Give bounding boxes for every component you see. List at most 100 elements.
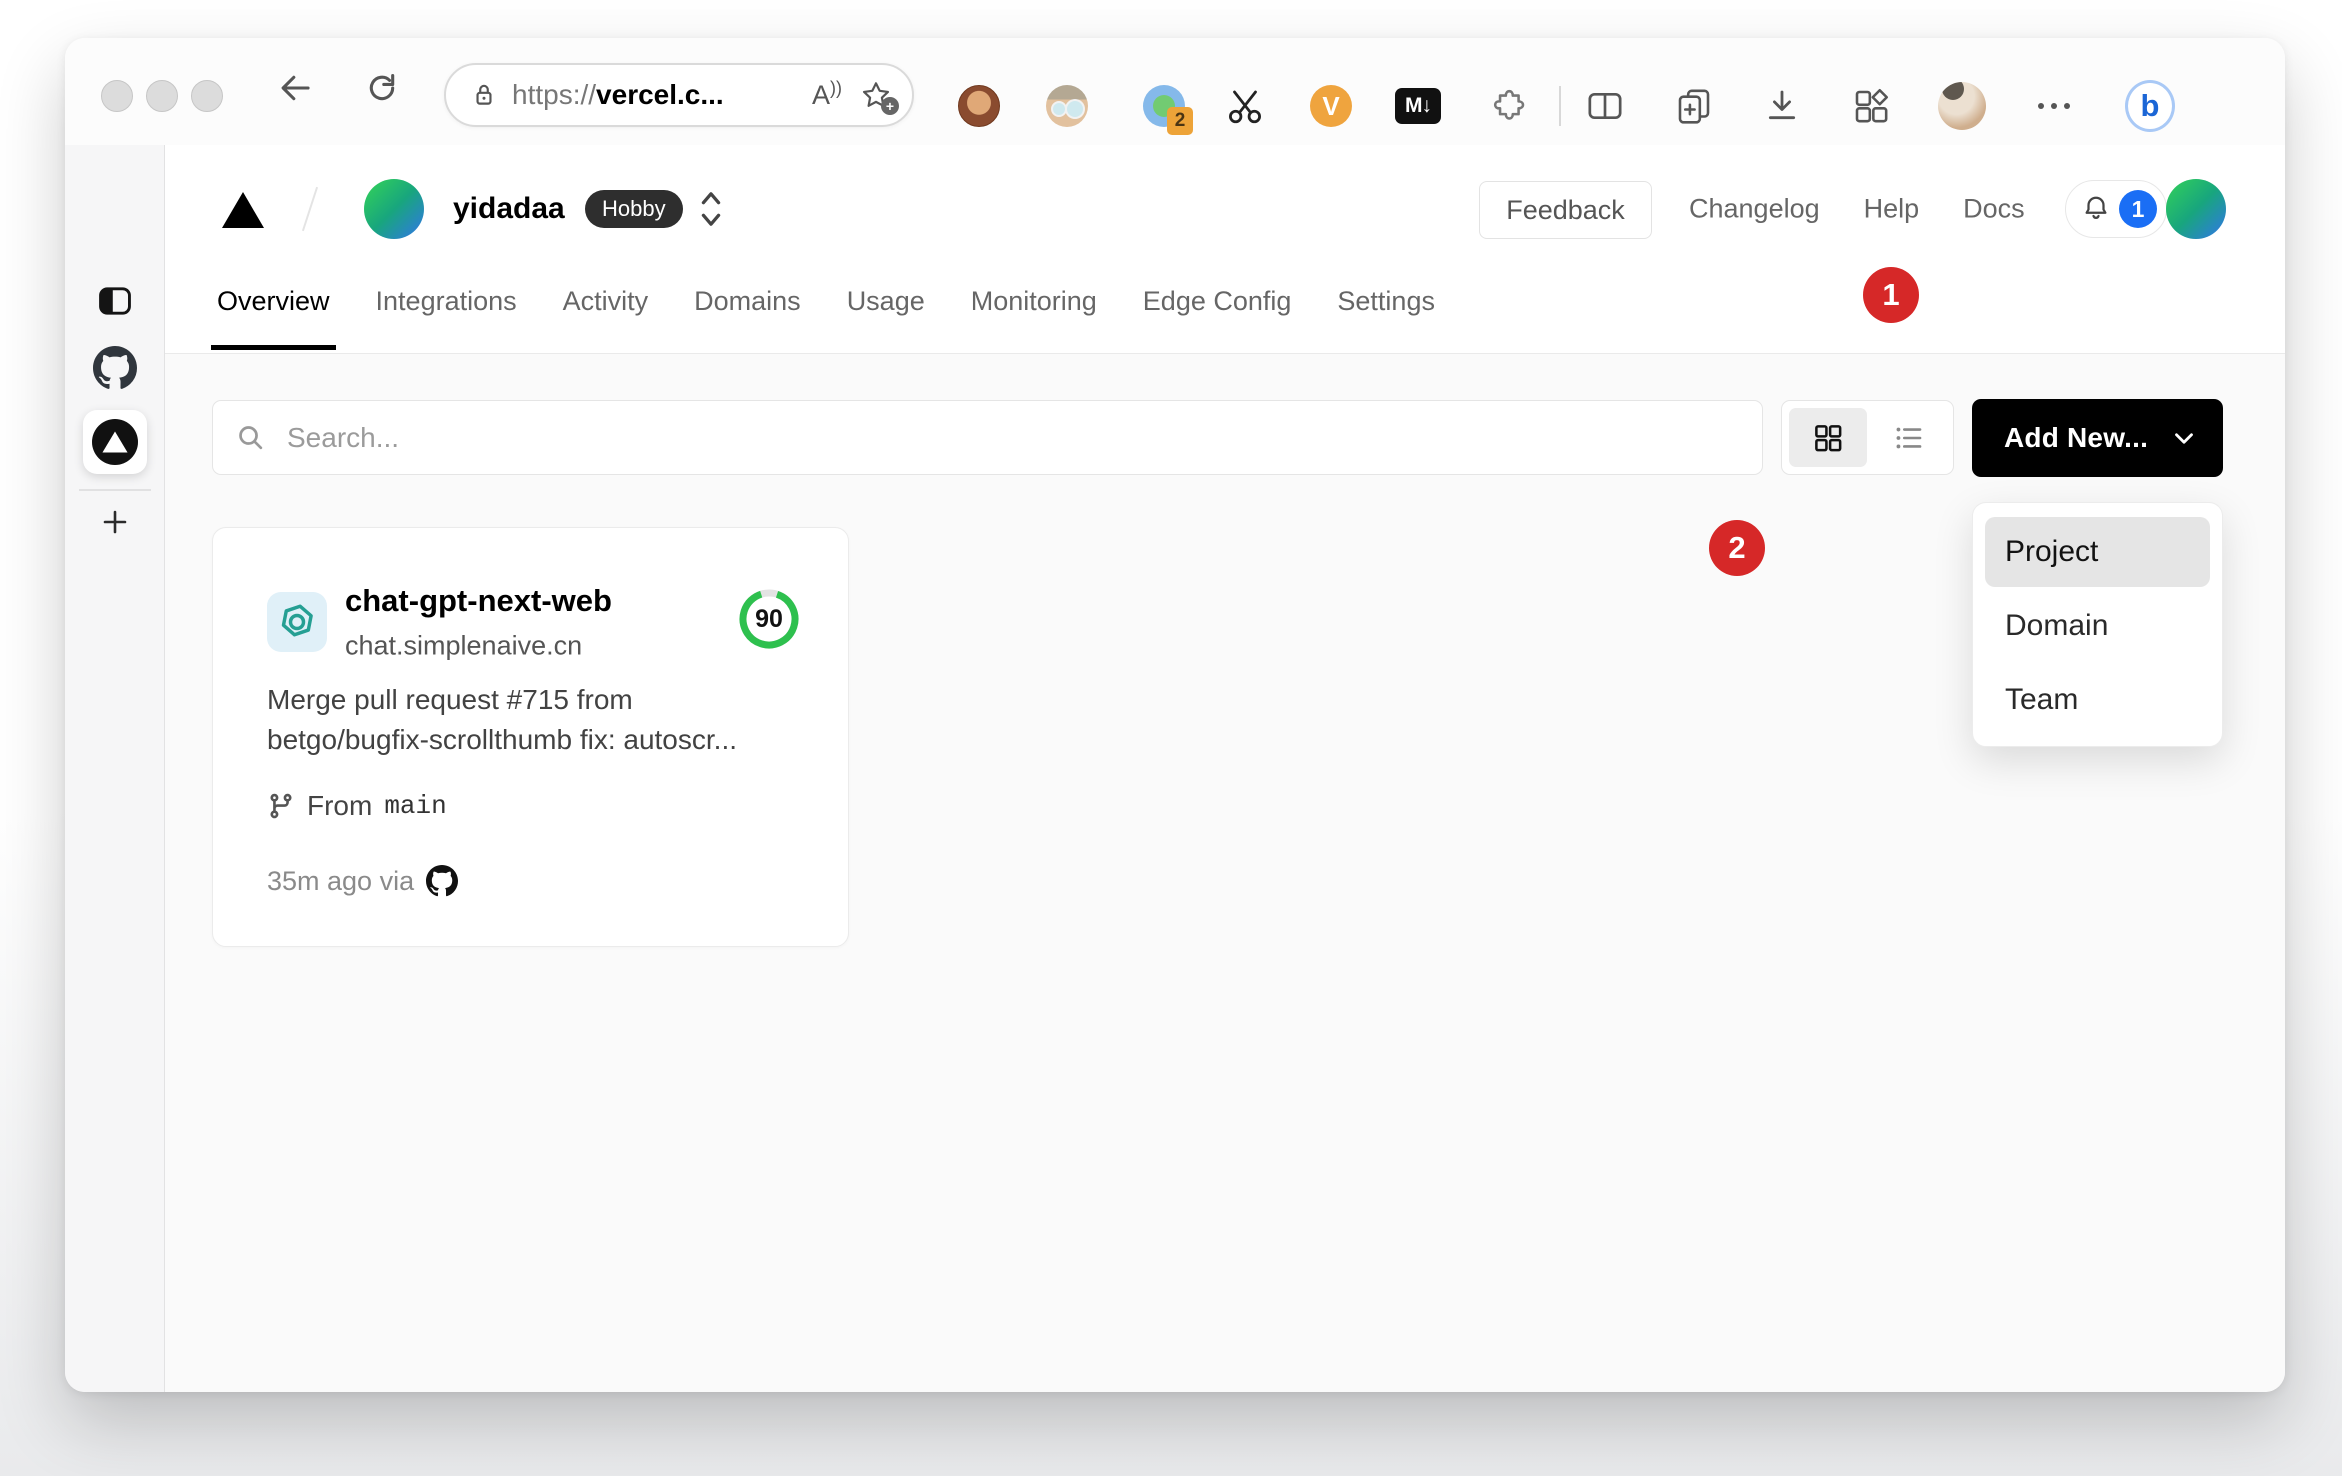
extension-markdown[interactable]: M↓ — [1393, 81, 1443, 131]
extension-vimium[interactable]: V — [1306, 81, 1356, 131]
menu-item-team[interactable]: Team — [1985, 665, 2210, 735]
dashboard-header: yidadaa Hobby Feedback Changelog Help Do… — [165, 145, 2285, 354]
github-icon — [93, 346, 137, 389]
git-branch-icon — [270, 793, 292, 819]
bell-icon — [2085, 196, 2107, 219]
zoom-window-button[interactable] — [191, 80, 223, 112]
blue-green-icon: 2 — [1143, 85, 1193, 135]
extension-with-badge[interactable]: 2 — [1139, 81, 1193, 135]
tab-github[interactable] — [93, 346, 137, 390]
ellipsis-icon — [2038, 103, 2070, 109]
tab-activity[interactable]: Activity — [563, 283, 649, 319]
extension-scissors[interactable] — [1220, 81, 1270, 131]
vercel-logo-icon[interactable] — [222, 192, 264, 228]
add-new-button[interactable]: Add New... — [1972, 399, 2223, 477]
link-docs[interactable]: Docs — [1963, 194, 2025, 225]
project-domain[interactable]: chat.simplenaive.cn — [345, 631, 582, 662]
branch-row: From main — [267, 790, 447, 822]
header-links: Changelog Help Docs — [1689, 194, 2025, 225]
plus-icon — [103, 510, 127, 534]
vercel-dashboard: yidadaa Hobby Feedback Changelog Help Do… — [165, 145, 2285, 1392]
project-favicon — [267, 592, 327, 652]
apps-grid-icon — [1855, 88, 1889, 123]
tab-integrations[interactable]: Integrations — [376, 283, 517, 319]
breadcrumb-slash — [301, 186, 319, 232]
download-icon — [1768, 90, 1796, 120]
sidebar-divider — [79, 489, 151, 491]
minimize-window-button[interactable] — [146, 80, 178, 112]
close-window-button[interactable] — [101, 80, 133, 112]
v-letter-icon: V — [1310, 85, 1352, 127]
grid-view-button[interactable] — [1789, 408, 1867, 467]
view-toggle — [1781, 400, 1954, 475]
extension-avatar[interactable] — [1042, 81, 1092, 131]
deploy-time: 35m ago via — [267, 865, 415, 896]
new-tab-button[interactable] — [97, 504, 133, 540]
notification-count-badge: 1 — [2119, 190, 2157, 228]
tab-monitoring[interactable]: Monitoring — [971, 283, 1097, 319]
extension-tampermonkey[interactable] — [954, 81, 1004, 131]
bing-icon: b — [2125, 80, 2175, 132]
profile-photo — [1938, 82, 1986, 130]
tab-vercel-active[interactable] — [83, 410, 147, 474]
score-value: 90 — [755, 604, 783, 633]
tab-usage[interactable]: Usage — [847, 283, 925, 319]
search-input[interactable] — [285, 420, 1762, 455]
extension-badge: 2 — [1167, 107, 1193, 135]
scissors-icon — [1229, 90, 1261, 124]
commit-message-line1: Merge pull request #715 from — [267, 684, 633, 715]
apps-button[interactable] — [1846, 81, 1896, 131]
refresh-button[interactable] — [358, 64, 406, 112]
refresh-icon — [369, 73, 395, 101]
notifications-button[interactable]: 1 — [2065, 180, 2167, 238]
toggle-sidebar-button[interactable] — [95, 281, 135, 321]
menu-item-domain[interactable]: Domain — [1985, 591, 2210, 661]
chevron-down-icon — [2175, 433, 2193, 444]
browser-toolbar: https://vercel.c... A)) + 2 V M↓ b — [65, 38, 2285, 146]
project-name[interactable]: chat-gpt-next-web — [345, 583, 612, 619]
user-avatar[interactable] — [2166, 179, 2226, 239]
list-view-icon — [1896, 427, 1921, 448]
downloads-button[interactable] — [1757, 81, 1807, 131]
sidebar-panel-icon — [99, 287, 131, 315]
browser-window: https://vercel.c... A)) + 2 V M↓ b yidad… — [65, 38, 2285, 1392]
split-screen-button[interactable] — [1580, 81, 1630, 131]
vercel-tab-icon — [92, 419, 138, 465]
tab-domains[interactable]: Domains — [694, 283, 801, 319]
back-button[interactable] — [271, 64, 319, 112]
search-bar[interactable] — [212, 400, 1763, 475]
team-name[interactable]: yidadaa — [453, 192, 565, 226]
favorite-button[interactable]: + — [860, 79, 899, 115]
link-help[interactable]: Help — [1864, 194, 1920, 225]
grid-view-icon — [1815, 424, 1842, 451]
dashboard-tabs: Overview Integrations Activity Domains U… — [211, 283, 1435, 350]
branch-label: From — [307, 790, 373, 821]
add-favorite-plus-icon: + — [881, 97, 899, 115]
puzzle-icon — [1493, 89, 1525, 120]
team-switcher-button[interactable] — [693, 185, 729, 233]
add-new-menu: Project Domain Team — [1972, 502, 2223, 747]
tab-edge-config[interactable]: Edge Config — [1143, 283, 1292, 319]
more-options-button[interactable] — [2029, 81, 2079, 131]
browser-profile-button[interactable] — [1937, 81, 1987, 131]
back-arrow-icon — [281, 75, 310, 101]
deploy-time-row: 35m ago via — [267, 865, 459, 897]
tab-overview[interactable]: Overview — [211, 283, 336, 350]
split-screen-icon — [1588, 92, 1622, 120]
bing-chat-button[interactable]: b — [2125, 80, 2175, 132]
project-card[interactable]: chat-gpt-next-web chat.simplenaive.cn 90… — [212, 527, 849, 947]
menu-item-project[interactable]: Project — [1985, 517, 2210, 587]
feedback-button[interactable]: Feedback — [1479, 181, 1652, 239]
list-view-button[interactable] — [1871, 419, 1946, 457]
address-bar[interactable]: https://vercel.c... A)) + — [444, 63, 914, 127]
collections-button[interactable] — [1669, 81, 1719, 131]
lock-icon — [470, 81, 498, 109]
annotation-step-2: 2 — [1709, 520, 1765, 576]
extensions-menu-button[interactable] — [1482, 81, 1532, 131]
chevron-up-down-icon — [701, 192, 721, 226]
link-changelog[interactable]: Changelog — [1689, 194, 1820, 225]
copy-plus-icon — [1678, 89, 1710, 124]
tab-settings[interactable]: Settings — [1337, 283, 1435, 319]
read-aloud-button[interactable]: A)) — [812, 78, 842, 111]
team-avatar[interactable] — [364, 179, 424, 239]
